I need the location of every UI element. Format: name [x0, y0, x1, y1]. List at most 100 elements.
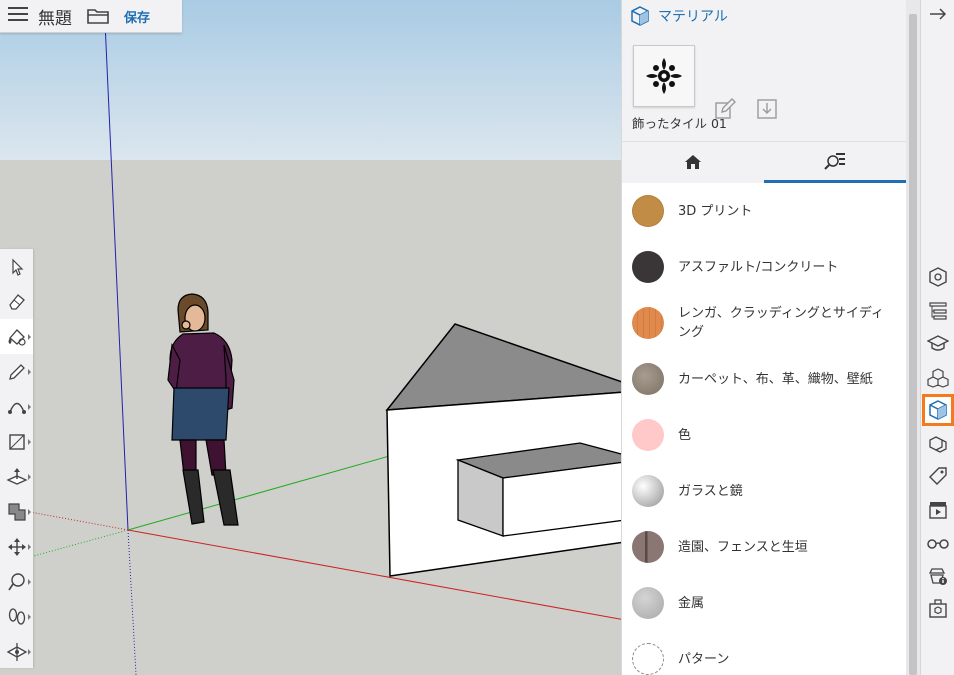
3d-warehouse-button[interactable] [924, 594, 952, 622]
list-item[interactable]: カーペット、布、革、織物、壁紙 [622, 351, 907, 407]
footprints-icon [8, 607, 25, 625]
panel-header: マテリアル [622, 0, 907, 32]
panel-scrollbar[interactable] [906, 0, 920, 675]
list-item[interactable]: ガラスと鏡 [622, 463, 907, 519]
move-tool[interactable] [0, 529, 33, 564]
section-tool[interactable] [0, 634, 33, 669]
push-pull-icon [5, 467, 28, 485]
list-item[interactable]: 金属 [622, 575, 907, 631]
tab-home[interactable] [622, 142, 764, 182]
push-pull-tool[interactable] [0, 459, 33, 494]
current-material-swatch[interactable] [633, 45, 695, 107]
rectangle-icon [8, 433, 25, 450]
list-item[interactable]: レンガ、クラッディングとサイディング [622, 295, 907, 351]
arrow-cursor-icon [11, 258, 23, 276]
styles-icon [929, 436, 947, 453]
tags-button[interactable] [924, 462, 952, 490]
category-swatch [632, 643, 664, 675]
category-swatch [632, 251, 664, 283]
category-label: カーペット、布、革、織物、壁紙 [678, 371, 873, 387]
category-swatch [632, 195, 664, 227]
current-material-name: 飾ったタイル 01 [632, 116, 727, 131]
top-toolbar: 無題 保存 [0, 0, 182, 33]
save-button[interactable]: 保存 [124, 7, 150, 26]
category-label: 3D プリント [678, 203, 753, 219]
list-item[interactable]: 3D プリント [622, 183, 907, 239]
download-icon [757, 99, 777, 119]
rectangle-tool[interactable] [0, 424, 33, 459]
scenes-icon [929, 502, 947, 519]
category-label: 色 [678, 427, 692, 443]
category-label: 金属 [678, 595, 705, 611]
instructor-icon [927, 335, 949, 351]
pencil-tool[interactable] [0, 354, 33, 389]
category-label: アスファルト/コンクリート [678, 259, 839, 275]
components-button[interactable] [924, 364, 952, 392]
import-material-button[interactable] [756, 98, 778, 124]
arrow-right-icon [930, 8, 947, 20]
glasses-icon [927, 539, 949, 549]
fleur-de-lis-tile-icon [646, 58, 682, 94]
category-swatch [632, 307, 664, 339]
styles-button[interactable] [924, 430, 952, 458]
components-icon [927, 368, 949, 388]
tags-icon [929, 467, 947, 485]
scrollbar-thumb[interactable] [909, 14, 917, 675]
tab-browse[interactable] [764, 142, 906, 183]
offset-icon [7, 502, 26, 521]
panel-tabs [622, 141, 907, 184]
offset-tool[interactable] [0, 494, 33, 529]
materials-cube-icon [631, 6, 649, 26]
move-icon [7, 537, 26, 556]
home-icon [685, 155, 701, 169]
walk-tool[interactable] [0, 599, 33, 634]
material-category-list: 3D プリント アスファルト/コンクリート レンガ、クラッディングとサイディング… [622, 183, 907, 675]
model-info-button[interactable] [924, 562, 952, 590]
3d-warehouse-icon [929, 599, 947, 618]
eraser-tool[interactable] [0, 284, 33, 319]
category-label: ガラスと鏡 [678, 483, 743, 499]
category-swatch [632, 587, 664, 619]
open-folder-button[interactable] [86, 7, 110, 25]
right-panel-strip [920, 0, 954, 675]
folder-icon [87, 9, 109, 24]
model-info-icon [928, 568, 947, 585]
category-swatch [632, 475, 664, 507]
category-swatch [632, 363, 664, 395]
section-plane-icon [6, 642, 27, 661]
tape-measure-icon [7, 572, 25, 590]
document-title[interactable]: 無題 [38, 4, 72, 29]
category-swatch [632, 419, 664, 451]
arc-tool[interactable] [0, 389, 33, 424]
list-item[interactable]: パターン [622, 631, 907, 675]
category-swatch [632, 531, 664, 563]
eraser-icon [8, 293, 25, 310]
outliner-button[interactable] [924, 297, 952, 325]
hamburger-icon [8, 6, 28, 26]
category-label: パターン [678, 651, 730, 667]
tape-measure-tool[interactable] [0, 564, 33, 599]
display-button[interactable] [924, 529, 952, 557]
list-item[interactable]: 色 [622, 407, 907, 463]
entity-info-icon [929, 267, 947, 287]
outliner-icon [929, 302, 947, 320]
category-label: 造園、フェンスと生垣 [678, 539, 808, 555]
materials-panel: マテリアル 飾ったタイル 01 3D プリント アスファルト/コンクリート レン… [621, 0, 907, 675]
collapse-panel-button[interactable] [924, 0, 952, 28]
paint-bucket-tool[interactable] [0, 319, 33, 354]
scenes-button[interactable] [924, 496, 952, 524]
list-item[interactable]: 造園、フェンスと生垣 [622, 519, 907, 575]
materials-icon [929, 400, 947, 420]
panel-title: マテリアル [658, 9, 728, 25]
search-materials-icon [824, 153, 845, 170]
paint-icon [8, 328, 26, 346]
entity-info-button[interactable] [924, 263, 952, 291]
materials-button[interactable] [922, 394, 954, 426]
pencil-icon [8, 363, 25, 380]
list-item[interactable]: アスファルト/コンクリート [622, 239, 907, 295]
left-toolbar [0, 249, 33, 668]
hamburger-menu-button[interactable] [0, 0, 36, 32]
select-tool[interactable] [0, 249, 33, 284]
instructor-button[interactable] [924, 330, 952, 358]
category-label: レンガ、クラッディングとサイディング [678, 306, 884, 340]
